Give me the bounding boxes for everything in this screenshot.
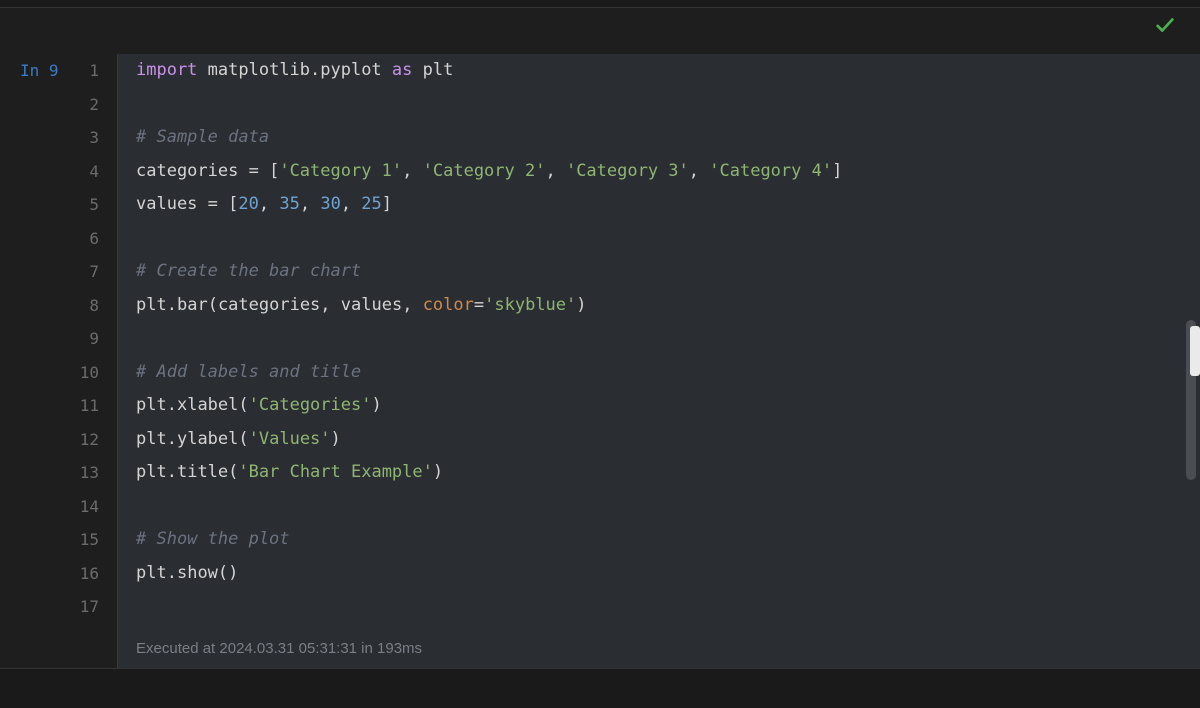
code-line[interactable]: categories = ['Category 1', 'Category 2'…	[136, 155, 1190, 189]
line-number: 16	[62, 557, 99, 591]
scroll-handle[interactable]	[1190, 326, 1200, 376]
cell-prompt-label: In 9	[0, 54, 62, 668]
string-literal: 'Category 4'	[709, 161, 832, 181]
code-cell[interactable]: In 9 1 2 3 4 5 6 7 8 9 10 11 12 13 14 15…	[0, 8, 1200, 668]
code-line[interactable]: plt.ylabel('Values')	[136, 423, 1190, 457]
function-name: title	[177, 462, 228, 482]
module-name: matplotlib.pyplot	[208, 60, 382, 80]
code-line[interactable]: plt.xlabel('Categories')	[136, 389, 1190, 423]
string-literal: 'Bar Chart Example'	[238, 462, 432, 482]
line-number: 13	[62, 456, 99, 490]
line-number: 4	[62, 155, 99, 189]
number-literal: 30	[320, 194, 340, 214]
code-line[interactable]: values = [20, 35, 30, 25]	[136, 188, 1190, 222]
line-number: 15	[62, 523, 99, 557]
code-line[interactable]: import matplotlib.pyplot as plt	[136, 54, 1190, 88]
function-name: bar	[177, 295, 208, 315]
code-line-empty[interactable]	[136, 222, 1190, 256]
line-number: 10	[62, 356, 99, 390]
code-line[interactable]: # Create the bar chart	[136, 255, 1190, 289]
keyword-arg: color	[423, 295, 474, 315]
comment: # Add labels and title	[136, 362, 361, 382]
comment: # Show the plot	[136, 529, 290, 549]
keyword-import: import	[136, 60, 197, 80]
line-number: 11	[62, 389, 99, 423]
code-line[interactable]: plt.title('Bar Chart Example')	[136, 456, 1190, 490]
code-line[interactable]: # Show the plot	[136, 523, 1190, 557]
execution-status: Executed at 2024.03.31 05:31:31 in 193ms	[136, 624, 1190, 666]
checkmark-icon	[1154, 14, 1176, 36]
function-name: xlabel	[177, 395, 238, 415]
line-number: 5	[62, 188, 99, 222]
code-line[interactable]: # Sample data	[136, 121, 1190, 155]
line-number: 9	[62, 322, 99, 356]
execution-success-indicator	[1154, 14, 1176, 41]
string-literal: 'Categories'	[249, 395, 372, 415]
line-number: 7	[62, 255, 99, 289]
line-number: 2	[62, 88, 99, 122]
keyword-as: as	[392, 60, 412, 80]
code-line-empty[interactable]	[136, 322, 1190, 356]
line-number: 8	[62, 289, 99, 323]
line-number: 12	[62, 423, 99, 457]
string-literal: 'Values'	[249, 429, 331, 449]
code-line-empty[interactable]	[136, 590, 1190, 624]
string-literal: 'Category 3'	[566, 161, 689, 181]
number-literal: 35	[279, 194, 299, 214]
string-literal: 'Category 1'	[279, 161, 402, 181]
comment: # Sample data	[136, 127, 269, 147]
number-literal: 25	[361, 194, 381, 214]
function-name: show	[177, 563, 218, 583]
function-name: ylabel	[177, 429, 238, 449]
comment: # Create the bar chart	[136, 261, 361, 281]
code-line[interactable]: plt.show()	[136, 557, 1190, 591]
string-literal: 'Category 2'	[423, 161, 546, 181]
object: plt	[136, 295, 167, 315]
line-number: 14	[62, 490, 99, 524]
alias: plt	[423, 60, 454, 80]
identifier: values	[136, 194, 197, 214]
string-literal: 'skyblue'	[484, 295, 576, 315]
code-line-empty[interactable]	[136, 490, 1190, 524]
identifier: categories	[136, 161, 238, 181]
line-number: 1	[62, 54, 99, 88]
code-editor[interactable]: import matplotlib.pyplot as plt # Sample…	[118, 54, 1200, 668]
top-bar	[0, 0, 1200, 8]
line-number: 3	[62, 121, 99, 155]
number-literal: 20	[238, 194, 258, 214]
code-line[interactable]: # Add labels and title	[136, 356, 1190, 390]
code-line[interactable]: plt.bar(categories, values, color='skybl…	[136, 289, 1190, 323]
line-number: 6	[62, 222, 99, 256]
code-line-empty[interactable]	[136, 88, 1190, 122]
bottom-bar	[0, 668, 1200, 708]
line-number: 17	[62, 590, 99, 624]
line-number-gutter: 1 2 3 4 5 6 7 8 9 10 11 12 13 14 15 16 1…	[62, 54, 118, 668]
